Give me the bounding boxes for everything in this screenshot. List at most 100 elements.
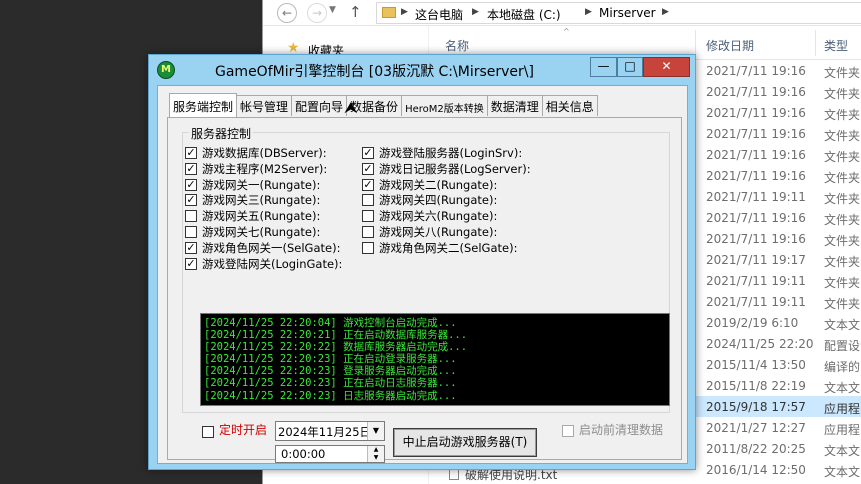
gameofmir-console-window: M GameOfMir引擎控制台 [03版沉默 C:\Mirserver\] —… — [148, 54, 696, 470]
checkmark-icon[interactable]: ✓ — [185, 178, 197, 191]
chevron-down-icon[interactable]: ▼ — [367, 422, 384, 440]
server-control-group: 服务器控制 ✓ 游戏数据库(DBServer): ✓ 游戏主程序(M2Server):… — [182, 125, 670, 413]
date-picker[interactable]: 2024年11月25日 ▼ — [275, 421, 385, 441]
breadcrumb-local-disk[interactable]: 本地磁盘 (C:) — [487, 6, 561, 23]
server-checkbox-label: 游戏角色网关一(SelGate): — [202, 240, 341, 255]
up-arrow-icon[interactable]: ↑ — [349, 3, 362, 21]
stop-server-start-button[interactable]: 中止启动游戏服务器(T) — [393, 428, 537, 457]
file-type: 文件夹 — [824, 129, 861, 143]
file-type: 文件夹 — [824, 66, 861, 80]
checkbox-box[interactable] — [562, 425, 574, 437]
checkmark-icon[interactable]: ✓ — [185, 162, 197, 175]
file-type: 文件夹 — [824, 108, 861, 122]
file-date: 2021/7/11 19:16 — [706, 106, 806, 120]
startup-log[interactable]: [2024/11/25 22:20:04] 游戏控制台启动完成... [2024/… — [200, 313, 670, 406]
back-arrow-icon[interactable]: ← — [277, 3, 297, 23]
file-type: 文件夹 — [824, 213, 861, 227]
time-picker[interactable]: 0:00:00 ▲ ▼ — [275, 445, 385, 463]
file-type: 文件夹 — [824, 150, 861, 164]
maximize-button[interactable]: □ — [617, 57, 643, 77]
breadcrumb-separator-icon: ▶ — [662, 7, 669, 17]
file-date: 2024/11/25 22:20 — [706, 337, 814, 351]
app-logo-icon: M — [157, 61, 175, 79]
breadcrumb-mirserver[interactable]: Mirserver — [599, 6, 656, 20]
file-date: 2021/7/11 19:11 — [706, 295, 806, 309]
checkmark-icon[interactable]: ✓ — [362, 178, 374, 191]
server-checkbox-label: 游戏日记服务器(LogServer): — [379, 161, 531, 176]
forward-arrow-icon[interactable]: → — [307, 3, 327, 23]
spinner-icon[interactable]: ▲ ▼ — [367, 446, 384, 462]
group-label: 服务器控制 — [189, 125, 254, 142]
server-checkbox-label: 游戏登陆网关(LoginGate): — [202, 256, 343, 271]
file-type: 应用程 — [824, 402, 861, 416]
checkbox-box[interactable] — [362, 194, 374, 207]
checkmark-icon[interactable]: ✓ — [362, 147, 374, 159]
server-control-panel: 服务器控制 ✓ 游戏数据库(DBServer): ✓ 游戏主程序(M2Server):… — [167, 117, 682, 463]
column-header-name[interactable]: 名称 — [445, 37, 469, 54]
checkbox-box[interactable] — [185, 210, 197, 223]
file-date: 2015/11/4 13:50 — [706, 358, 806, 372]
file-type: 文件夹 — [824, 87, 861, 101]
checkmark-icon[interactable]: ✓ — [185, 257, 197, 270]
file-date: 2019/2/19 6:10 — [706, 316, 799, 330]
checkbox-box[interactable] — [202, 426, 214, 438]
file-type: 文本文 — [824, 318, 861, 332]
server-checkbox-label: 游戏网关八(Rungate): — [379, 225, 498, 239]
tab-account-management[interactable]: 帐号管理 — [236, 95, 293, 116]
server-checkbox-label: 游戏网关五(Rungate): — [202, 209, 321, 224]
checkbox-box[interactable] — [185, 226, 197, 238]
checkmark-icon[interactable]: ✓ — [185, 147, 197, 159]
column-header-date[interactable]: 修改日期 — [706, 37, 754, 54]
column-divider[interactable] — [815, 30, 816, 56]
checkmark-icon[interactable]: ✓ — [185, 241, 197, 254]
log-line: [2024/11/25 22:20:22] 数据库服务器启动完成... — [204, 341, 468, 354]
file-date: 2021/7/11 19:16 — [706, 64, 806, 78]
file-date: 2016/1/14 12:50 — [706, 463, 806, 477]
server-checkbox-label: 游戏网关七(Rungate): — [202, 225, 321, 239]
preclean-label: 启动前清理数据 — [579, 423, 664, 437]
server-checkbox-label: 游戏网关一(Rungate): — [202, 177, 321, 192]
log-line: [2024/11/25 22:20:23] 日志服务器启动完成... — [204, 389, 457, 402]
column-divider[interactable] — [695, 30, 696, 56]
folder-icon — [382, 7, 396, 18]
tab-strip: 服务端控制 帐号管理 配置向导 数据备份 HeroM2版本转换 数据清理 相关信息 — [169, 93, 598, 117]
address-bar[interactable]: ▶ 这台电脑 ▶ 本地磁盘 (C:) ▶ Mirserver ▶ — [376, 2, 861, 24]
date-value: 2024年11月25日 — [278, 425, 372, 439]
checkbox-box[interactable] — [362, 226, 374, 238]
server-checkbox-label: 游戏主程序(M2Server): — [202, 161, 328, 176]
breadcrumb-this-pc[interactable]: 这台电脑 — [415, 6, 463, 23]
minimize-button[interactable]: — — [590, 57, 617, 77]
close-button[interactable]: ✕ — [643, 57, 690, 77]
file-date: 2021/7/11 19:11 — [706, 274, 806, 288]
breadcrumb-separator-icon: ▶ — [585, 7, 592, 17]
timer-label: 定时开启 — [219, 423, 268, 437]
file-date: 2021/7/11 19:16 — [706, 127, 806, 141]
explorer-nav-bar: ← → ▼ ↑ ▶ 这台电脑 ▶ 本地磁盘 (C:) ▶ Mirserver ▶ — [263, 0, 861, 26]
server-checkbox-label: 游戏网关四(Rungate): — [379, 193, 498, 208]
file-date: 2021/7/11 19:16 — [706, 232, 806, 246]
tab-config-wizard[interactable]: 配置向导 — [291, 95, 348, 116]
breadcrumb-separator-icon: ▶ — [472, 7, 479, 17]
file-date: 2021/7/11 19:16 — [706, 148, 806, 162]
column-header-type[interactable]: 类型 — [824, 37, 848, 54]
checkmark-icon[interactable]: ✓ — [185, 194, 197, 207]
sort-caret-icon: ^ — [563, 27, 570, 36]
tab-server-control[interactable]: 服务端控制 — [169, 93, 238, 117]
log-line: [2024/11/25 22:20:21] 正在启动数据库服务器... — [204, 329, 468, 342]
checkbox-box[interactable] — [362, 210, 374, 223]
checkbox-box[interactable] — [362, 241, 374, 254]
file-date: 2021/7/11 19:17 — [706, 253, 806, 267]
title-bar[interactable]: M GameOfMir引擎控制台 [03版沉默 C:\Mirserver\] —… — [149, 55, 695, 85]
tab-data-cleanup[interactable]: 数据清理 — [486, 95, 543, 116]
recent-locations-icon[interactable]: ▼ — [329, 5, 336, 15]
tab-about[interactable]: 相关信息 — [541, 95, 598, 116]
log-line: [2024/11/25 22:20:04] 游戏控制台启动完成... — [204, 317, 457, 329]
file-type: 文件夹 — [824, 234, 861, 248]
file-date: 2021/7/11 19:11 — [706, 190, 806, 204]
file-type: 编译的 — [824, 360, 861, 374]
tab-herom2-convert[interactable]: HeroM2版本转换 — [401, 95, 488, 116]
checkmark-icon[interactable]: ✓ — [362, 162, 374, 175]
server-checkbox-label: 游戏登陆服务器(LoginSrv): — [379, 146, 523, 160]
file-date: 2021/7/11 19:16 — [706, 169, 806, 183]
file-type: 文件夹 — [824, 297, 861, 311]
